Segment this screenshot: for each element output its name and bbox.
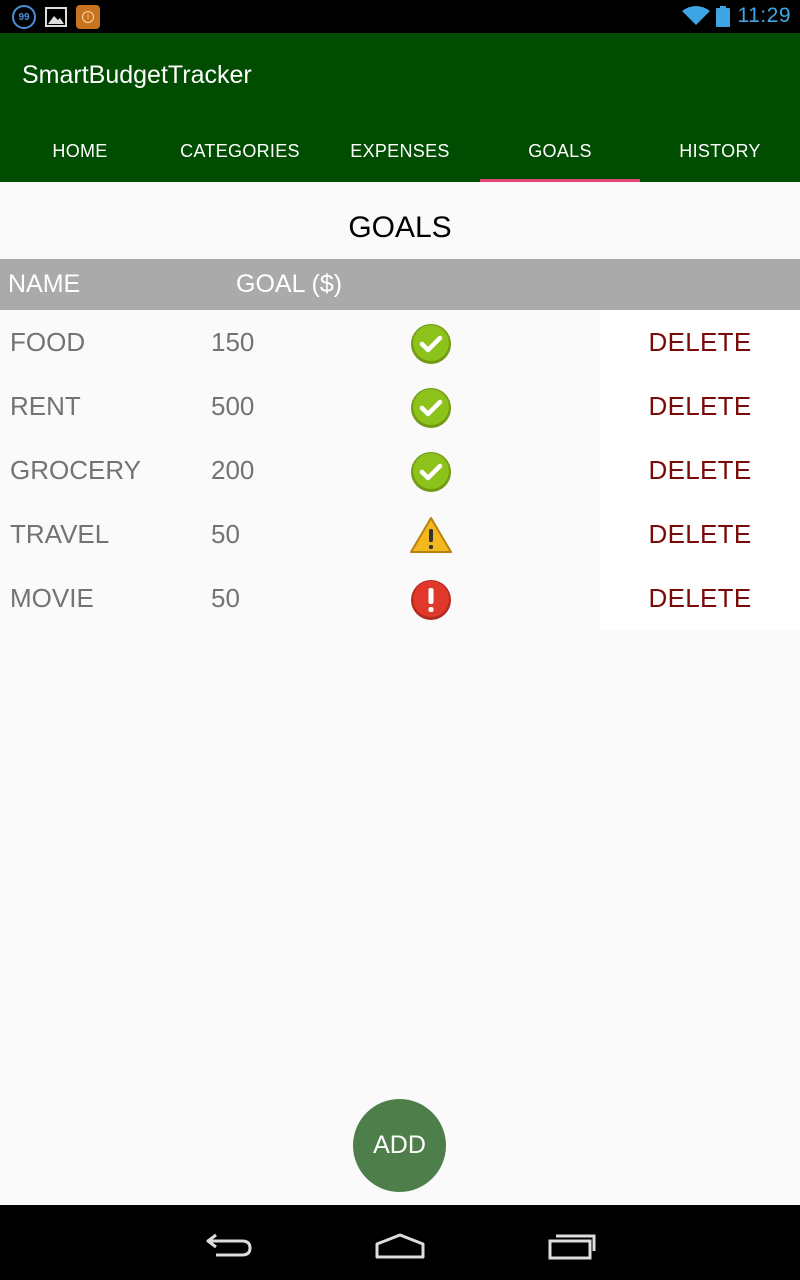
back-icon[interactable] — [200, 1227, 260, 1261]
recent-apps-icon[interactable] — [544, 1227, 604, 1261]
goals-list: FOOD 150 DELETE RENT 500 DELETE GROCERY … — [0, 310, 800, 630]
clock: 11:29 — [737, 4, 791, 27]
home-icon[interactable] — [370, 1227, 430, 1261]
delete-button[interactable]: DELETE — [600, 374, 800, 438]
tab-expenses[interactable]: EXPENSES — [320, 121, 480, 182]
gallery-icon — [45, 7, 67, 27]
goal-name: FOOD — [10, 327, 86, 357]
goal-amount: 50 — [211, 583, 240, 613]
wifi-icon — [682, 6, 710, 25]
table-row: RENT 500 DELETE — [0, 374, 800, 438]
add-button[interactable]: ADD — [353, 1099, 446, 1192]
delete-button[interactable]: DELETE — [600, 438, 800, 502]
goal-name: MOVIE — [10, 583, 94, 613]
check-icon — [411, 388, 451, 428]
tab-home[interactable]: HOME — [0, 121, 160, 182]
goal-name: GROCERY — [10, 455, 141, 485]
notification-count: 99 — [18, 11, 30, 23]
table-row: MOVIE 50 DELETE — [0, 566, 800, 630]
check-icon — [411, 324, 451, 364]
goal-name: RENT — [10, 391, 81, 421]
goals-screen: 99 i 11:29 SmartBudgetTracker HOME CATEG… — [0, 0, 800, 1280]
tab-bar: HOME CATEGORIES EXPENSES GOALS HISTORY — [0, 121, 800, 182]
tab-categories[interactable]: CATEGORIES — [160, 121, 320, 182]
column-header-goal: GOAL ($) — [236, 270, 343, 298]
goal-amount: 500 — [211, 391, 255, 421]
error-icon — [411, 580, 451, 620]
status-bar: 99 i 11:29 — [0, 0, 800, 33]
table-header: NAME GOAL ($) — [0, 259, 800, 310]
app-title: SmartBudgetTracker — [22, 61, 252, 89]
table-row: GROCERY 200 DELETE — [0, 438, 800, 502]
goal-name: TRAVEL — [10, 519, 110, 549]
app-bar: SmartBudgetTracker HOME CATEGORIES EXPEN… — [0, 33, 800, 182]
table-row: TRAVEL 50 DELETE — [0, 502, 800, 566]
column-header-name: NAME — [8, 270, 81, 298]
table-row: FOOD 150 DELETE — [0, 310, 800, 374]
navigation-bar — [0, 1205, 800, 1280]
delete-button[interactable]: DELETE — [600, 566, 800, 630]
delete-button[interactable]: DELETE — [600, 310, 800, 374]
page-title: GOALS — [348, 211, 452, 244]
check-icon — [411, 452, 451, 492]
tab-goals[interactable]: GOALS — [480, 121, 640, 182]
goal-amount: 50 — [211, 519, 240, 549]
delete-button[interactable]: DELETE — [600, 502, 800, 566]
battery-icon — [716, 6, 730, 27]
app-notification-icon: i — [76, 5, 100, 29]
goal-amount: 150 — [211, 327, 255, 357]
warning-icon — [410, 517, 452, 553]
goal-amount: 200 — [211, 455, 255, 485]
tab-history[interactable]: HISTORY — [640, 121, 800, 182]
notification-count-icon: 99 — [12, 5, 36, 29]
